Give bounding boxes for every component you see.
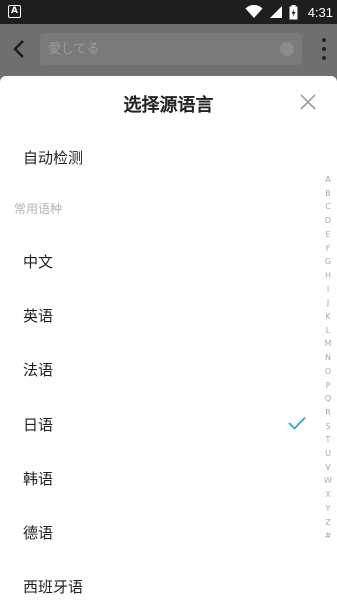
- back-arrow-icon[interactable]: [8, 37, 32, 61]
- auto-detect-item[interactable]: 自动检测: [0, 137, 310, 177]
- language-label: 德语: [23, 524, 54, 542]
- language-item-english[interactable]: 英语: [0, 295, 310, 335]
- language-label: 西班牙语: [23, 578, 84, 596]
- alpha-index-letter[interactable]: P: [326, 379, 331, 393]
- alpha-index-letter[interactable]: D: [325, 214, 331, 228]
- alpha-index-letter[interactable]: E: [325, 228, 330, 242]
- alpha-index-letter[interactable]: H: [325, 269, 331, 283]
- battery-icon: [289, 4, 298, 19]
- notification-app-icon: A: [8, 5, 21, 18]
- search-input[interactable]: [48, 39, 268, 59]
- app-bar: [0, 24, 337, 74]
- alpha-index-letter[interactable]: Q: [325, 392, 331, 406]
- alpha-index-letter[interactable]: X: [325, 488, 330, 502]
- language-label: 韩语: [23, 470, 54, 488]
- language-label: 英语: [23, 307, 54, 325]
- alpha-index-letter[interactable]: #: [325, 529, 332, 543]
- language-label: 日语: [23, 416, 54, 434]
- status-icons: 4:31: [245, 3, 333, 21]
- alpha-index-letter[interactable]: R: [325, 406, 331, 420]
- alpha-index-letter[interactable]: F: [326, 242, 331, 256]
- alpha-index-letter[interactable]: Y: [326, 502, 331, 516]
- alpha-index-letter[interactable]: S: [325, 420, 330, 434]
- language-item-japanese[interactable]: 日语: [0, 404, 310, 444]
- language-item-chinese[interactable]: 中文: [0, 241, 310, 281]
- alpha-index-letter[interactable]: U: [325, 447, 331, 461]
- alphabet-index-bar[interactable]: A B C D E F G H I J K L M N O P Q R S T U V W X Y Z #: [322, 173, 334, 543]
- section-header-common: 常用语种: [14, 202, 63, 216]
- alpha-index-letter[interactable]: Z: [325, 516, 330, 530]
- more-options-icon[interactable]: [321, 38, 327, 60]
- clear-icon[interactable]: [280, 42, 294, 56]
- close-icon[interactable]: [299, 93, 317, 111]
- status-bar: A 4:31: [0, 0, 337, 24]
- alpha-index-letter[interactable]: I: [327, 283, 329, 297]
- alpha-index-letter[interactable]: O: [325, 365, 331, 379]
- alpha-index-letter[interactable]: T: [326, 433, 331, 447]
- alpha-index-letter[interactable]: C: [325, 200, 331, 214]
- alpha-index-letter[interactable]: G: [325, 255, 331, 269]
- alpha-index-letter[interactable]: B: [325, 187, 331, 201]
- alpha-index-letter[interactable]: M: [325, 337, 332, 351]
- auto-detect-label: 自动检测: [23, 149, 84, 167]
- alpha-index-letter[interactable]: N: [325, 351, 331, 365]
- language-item-spanish[interactable]: 西班牙语: [0, 566, 310, 600]
- alpha-index-letter[interactable]: L: [326, 324, 330, 338]
- alpha-index-letter[interactable]: A: [325, 173, 330, 187]
- check-icon: [288, 416, 306, 430]
- language-item-korean[interactable]: 韩语: [0, 458, 310, 498]
- signal-icon: [269, 6, 282, 18]
- language-item-french[interactable]: 法语: [0, 349, 310, 389]
- language-label: 法语: [23, 361, 54, 379]
- search-box[interactable]: [40, 33, 302, 65]
- clock: 4:31: [307, 4, 333, 20]
- sheet-title: 选择源语言: [123, 95, 214, 116]
- wifi-icon: [245, 5, 263, 18]
- alpha-index-letter[interactable]: J: [327, 296, 329, 310]
- language-picker-sheet: 选择源语言 自动检测 常用语种 中文 英语 法语 日语 韩语 德语 西班牙语 A…: [0, 76, 337, 600]
- language-label: 中文: [23, 253, 54, 271]
- alpha-index-letter[interactable]: W: [324, 474, 332, 488]
- alpha-index-letter[interactable]: K: [325, 310, 330, 324]
- alpha-index-letter[interactable]: V: [325, 461, 330, 475]
- language-item-german[interactable]: 德语: [0, 512, 310, 552]
